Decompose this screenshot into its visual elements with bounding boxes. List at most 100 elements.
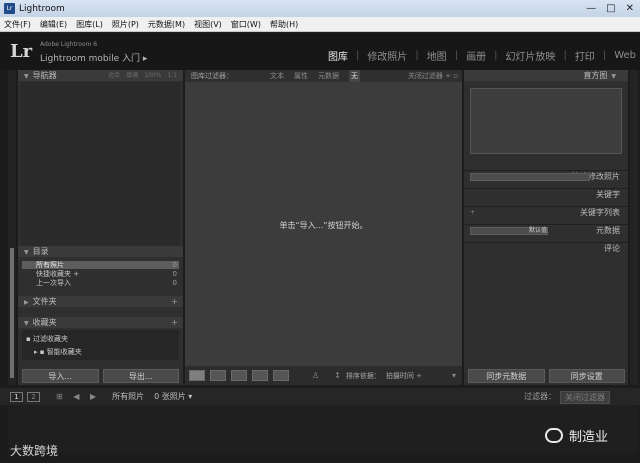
module-book[interactable]: 画册 <box>466 48 486 63</box>
folders-header[interactable]: ▶ 文件夹 + <box>18 296 183 307</box>
menu-window[interactable]: 窗口(W) <box>231 19 261 30</box>
catalog-item-previous-import[interactable]: 上一次导入 0 <box>22 279 179 287</box>
menu-view[interactable]: 视图(V) <box>194 19 222 30</box>
library-toolbar: ♙ ↕ 排序依据： 拍摄时间 ÷ ▾ <box>185 366 462 385</box>
grid-view-icon[interactable] <box>189 370 205 381</box>
comments-header[interactable]: 评论 <box>464 242 628 254</box>
module-separator: | <box>563 50 567 61</box>
histogram-title: 直方图 <box>583 71 608 80</box>
survey-view-icon[interactable] <box>252 370 268 381</box>
grid-view: 图库过滤器： 文本 属性 元数据 无 关闭过滤器 ÷ ▫ 单击“导入...”按钮… <box>185 70 462 385</box>
menu-metadata[interactable]: 元数据(M) <box>148 19 185 30</box>
minimize-button[interactable]: — <box>586 0 596 17</box>
left-panel-scrollbar[interactable] <box>8 70 16 385</box>
add-collection-icon[interactable]: + <box>171 317 178 328</box>
brand-version: Adobe Lightroom 6 <box>40 41 98 48</box>
filter-tab-attribute[interactable]: 属性 <box>294 70 308 82</box>
filmstrip-filter-select[interactable]: 关闭过滤器 <box>560 391 610 404</box>
module-separator: | <box>602 50 607 61</box>
sort-select[interactable]: 拍摄时间 ÷ <box>386 371 422 381</box>
catalog-item-label: 快捷收藏夹 + <box>36 270 80 278</box>
toolbar-menu-icon[interactable]: ▾ <box>452 371 456 380</box>
filter-tab-text[interactable]: 文本 <box>270 70 284 82</box>
filmstrip-toolbar: 1 2 ⊞ ◀ ▶ 所有照片 0 张照片 ▾ 过滤器： 关闭过滤器 <box>0 388 640 405</box>
module-develop[interactable]: 修改照片 <box>367 48 407 63</box>
collapse-triangle-icon: ▼ <box>24 73 29 80</box>
catalog-item-count: 0 <box>172 270 177 278</box>
filmstrip-source[interactable]: 所有照片 <box>112 391 144 402</box>
sort-direction-icon[interactable]: ↕ <box>334 371 341 380</box>
library-filter-bar: 图库过滤器： 文本 属性 元数据 无 关闭过滤器 ÷ ▫ <box>185 70 462 82</box>
filter-preset-select[interactable]: 关闭过滤器 ÷ ▫ <box>408 70 458 82</box>
navigator-title: 导航器 <box>32 71 57 80</box>
module-print[interactable]: 打印 <box>575 48 595 63</box>
menu-photo[interactable]: 照片(P) <box>112 19 139 30</box>
lightroom-mobile-link[interactable]: Lightroom mobile 入门 ▸ <box>40 51 147 64</box>
catalog-item-all-photos[interactable]: 所有照片 0 <box>22 261 179 269</box>
sync-settings-button[interactable]: 同步设置 <box>548 369 625 383</box>
navigator-header[interactable]: ▼ 导航器 适合 填满 100% 1:1 <box>18 70 183 81</box>
add-folder-icon[interactable]: + <box>171 296 178 307</box>
secondary-window-button[interactable]: 2 <box>27 391 40 402</box>
loupe-view-icon[interactable] <box>210 370 226 381</box>
zoom-fill[interactable]: 填满 <box>126 70 138 81</box>
keyword-list-header[interactable]: + 关键字列表 <box>464 206 628 218</box>
empty-library-message: 单击“导入...”按钮开始。 <box>279 221 368 230</box>
metadata-preset-select[interactable]: 默认值 <box>470 227 548 235</box>
filmstrip-photo-count[interactable]: 0 张照片 ▾ <box>154 391 192 402</box>
collection-filter-item[interactable]: ▪ 过滤收藏夹 <box>26 334 68 344</box>
menu-help[interactable]: 帮助(H) <box>270 19 298 30</box>
filter-tab-none[interactable]: 无 <box>349 70 360 82</box>
keywording-header[interactable]: 关键字 <box>464 188 628 200</box>
collections-title: 收藏夹 <box>32 318 57 327</box>
expand-triangle-icon: ▶ <box>24 299 29 306</box>
filmstrip[interactable] <box>8 405 638 453</box>
module-web[interactable]: Web <box>614 50 636 61</box>
histogram-header[interactable]: 直方图 ▼ <box>464 70 628 81</box>
people-view-icon[interactable] <box>273 370 289 381</box>
collections-list: ▪ 过滤收藏夹 ▸ ▪ 智能收藏夹 <box>22 330 179 360</box>
lightroom-app-icon: Lr <box>4 3 15 14</box>
module-library[interactable]: 图库 <box>328 48 348 63</box>
module-map[interactable]: 地图 <box>427 48 447 63</box>
catalog-item-quick-collection[interactable]: 快捷收藏夹 + 0 <box>22 270 179 278</box>
identity-plate: Lr Adobe Lightroom 6 Lightroom mobile 入门… <box>0 33 640 70</box>
saved-preset-bar[interactable] <box>470 173 590 181</box>
quick-develop-header[interactable]: 快速修改照片 <box>464 170 628 182</box>
filmstrip-navigation[interactable]: ⊞ ◀ ▶ <box>56 392 100 401</box>
zoom-100[interactable]: 100% <box>144 70 161 81</box>
window-title: Lightroom <box>19 3 65 14</box>
filter-tab-metadata[interactable]: 元数据 <box>318 70 339 82</box>
close-button[interactable]: ✕ <box>626 0 634 17</box>
collection-smart-item[interactable]: ▸ ▪ 智能收藏夹 <box>34 347 82 357</box>
menu-file[interactable]: 文件(F) <box>4 19 31 30</box>
menu-library[interactable]: 图库(L) <box>76 19 103 30</box>
window-titlebar: Lr Lightroom — □ ✕ <box>0 0 640 17</box>
metadata-header[interactable]: 默认值 元数据 <box>464 224 628 236</box>
compare-view-icon[interactable] <box>231 370 247 381</box>
right-panel-collapse-strip[interactable] <box>630 70 638 385</box>
catalog-title: 目录 <box>32 247 49 256</box>
comments-title: 评论 <box>604 244 620 253</box>
lr-logo: Lr <box>10 41 33 62</box>
catalog-item-label: 上一次导入 <box>36 279 71 287</box>
export-button[interactable]: 导出... <box>102 369 179 383</box>
zoom-fit[interactable]: 适合 <box>108 70 120 81</box>
module-slideshow[interactable]: 幻灯片放映 <box>505 48 555 63</box>
maximize-button[interactable]: □ <box>606 0 615 17</box>
navigator-preview[interactable] <box>21 82 180 246</box>
menu-edit[interactable]: 编辑(E) <box>40 19 67 30</box>
zoom-1-1[interactable]: 1:1 <box>167 70 177 81</box>
primary-window-button[interactable]: 1 <box>10 391 23 402</box>
menu-bar: 文件(F) 编辑(E) 图库(L) 照片(P) 元数据(M) 视图(V) 窗口(… <box>0 17 640 32</box>
catalog-header[interactable]: ▼ 目录 <box>18 246 183 257</box>
module-separator: | <box>415 50 419 61</box>
watermark-right: 制造业 <box>545 426 608 445</box>
scroll-thumb[interactable] <box>10 248 14 378</box>
plus-minus-icon[interactable]: + <box>470 207 475 219</box>
window-controls: — □ ✕ <box>586 0 634 17</box>
sync-metadata-button[interactable]: 同步元数据 <box>468 369 545 383</box>
collections-header[interactable]: ▼ 收藏夹 + <box>18 317 183 328</box>
spray-can-icon[interactable]: ♙ <box>312 371 319 380</box>
import-button[interactable]: 导入... <box>22 369 99 383</box>
